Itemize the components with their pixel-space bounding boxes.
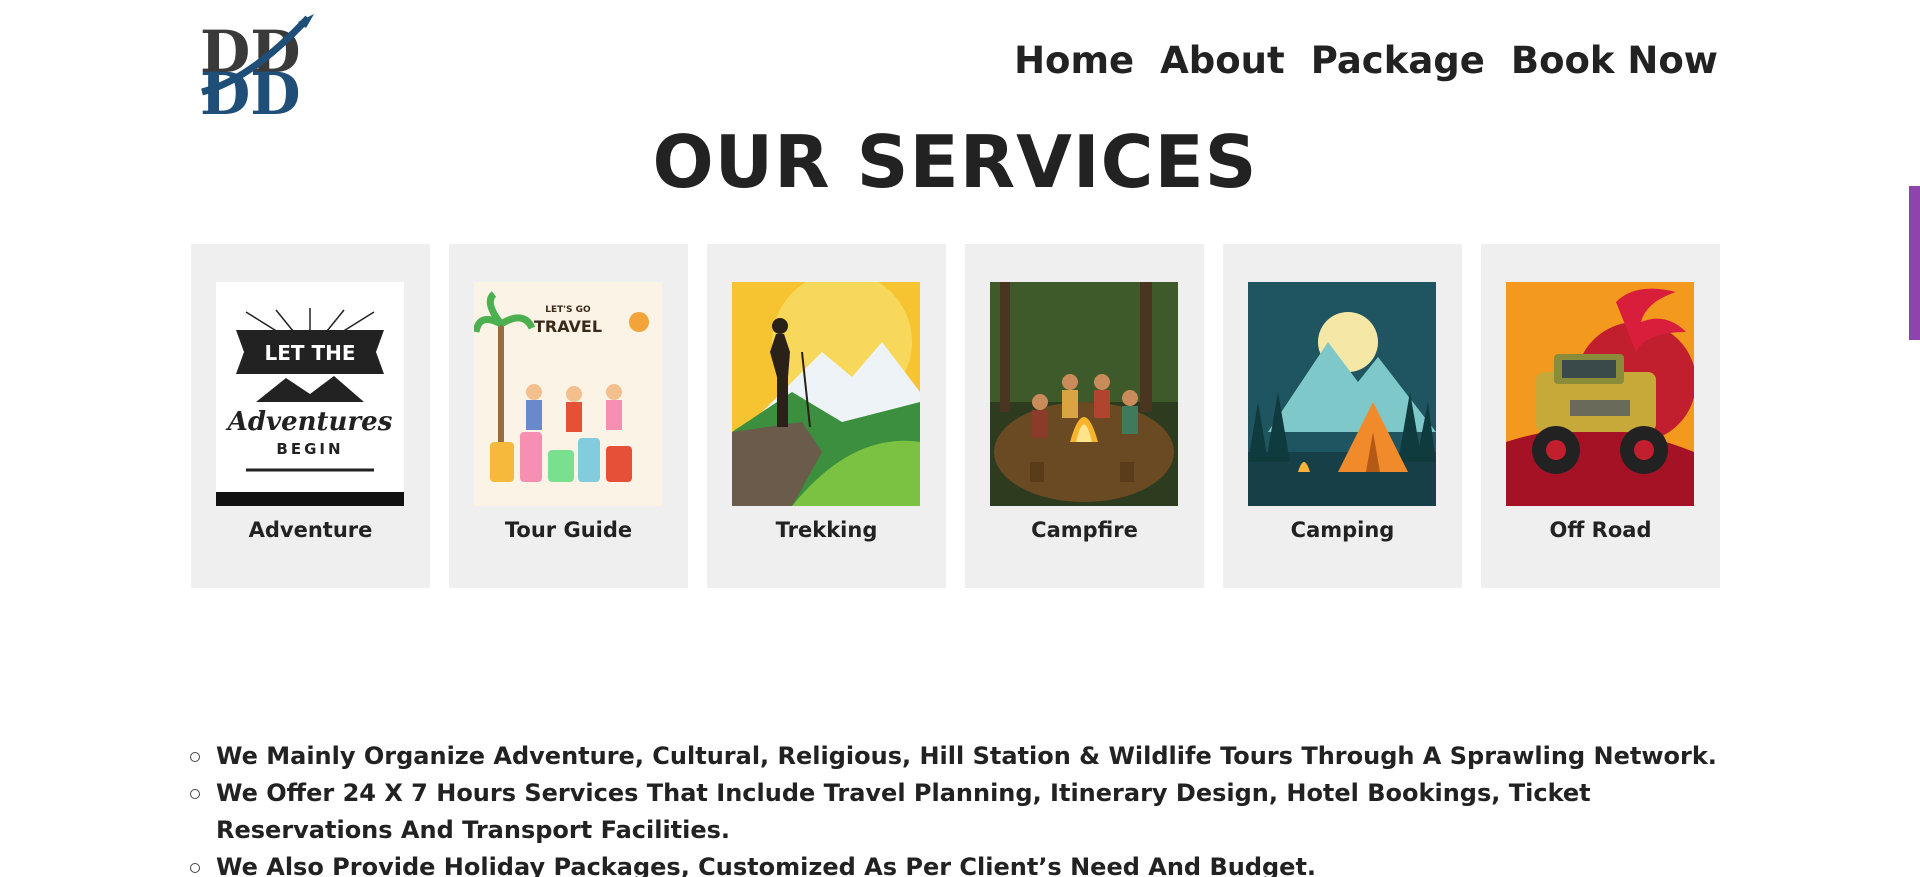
service-label-campfire: Campfire bbox=[1031, 518, 1138, 542]
service-label-tour-guide: Tour Guide bbox=[504, 518, 633, 542]
svg-text:LET'S GO: LET'S GO bbox=[545, 305, 591, 315]
adventure-image: LET THE Adventures BEGIN bbox=[216, 282, 404, 506]
service-card-off-road[interactable]: Off Road bbox=[1481, 244, 1720, 588]
service-card-trekking[interactable]: Trekking bbox=[707, 244, 946, 588]
page-title: OUR SERVICES bbox=[652, 120, 1258, 204]
nav-book-now-link[interactable]: Book Now bbox=[1511, 38, 1718, 84]
nav-package-link[interactable]: Package bbox=[1311, 38, 1485, 84]
side-accent-bar bbox=[1909, 186, 1920, 340]
tour-guide-image: LET'S GO TRAVEL bbox=[474, 282, 662, 506]
page: DD DD Home About Package Book Now OUR SE… bbox=[0, 0, 1920, 877]
service-card-campfire[interactable]: Campfire bbox=[965, 244, 1204, 588]
svg-text:Adventures: Adventures bbox=[225, 407, 393, 437]
list-item: We Also Provide Holiday Packages, Custom… bbox=[190, 849, 1750, 877]
service-label-camping: Camping bbox=[1290, 518, 1395, 542]
service-card-tour-guide[interactable]: LET'S GO TRAVEL Tour Guide bbox=[449, 244, 688, 588]
trekking-image bbox=[732, 282, 920, 506]
list-item: We Offer 24 X 7 Hours Services That Incl… bbox=[190, 775, 1750, 849]
service-card-camping[interactable]: Camping bbox=[1223, 244, 1462, 588]
logo-mark: DD DD bbox=[200, 14, 314, 128]
site-logo[interactable]: DD DD bbox=[190, 10, 320, 128]
campfire-image bbox=[990, 282, 1178, 506]
list-item: We Mainly Organize Adventure, Cultural, … bbox=[190, 738, 1750, 775]
svg-text:BEGIN: BEGIN bbox=[276, 440, 343, 458]
service-label-trekking: Trekking bbox=[775, 518, 878, 542]
main-nav: Home About Package Book Now bbox=[1014, 38, 1718, 84]
service-label-adventure: Adventure bbox=[248, 518, 373, 542]
nav-about-link[interactable]: About bbox=[1160, 38, 1285, 84]
svg-text:LET THE: LET THE bbox=[264, 341, 355, 365]
nav-home-link[interactable]: Home bbox=[1014, 38, 1134, 84]
svg-text:TRAVEL: TRAVEL bbox=[534, 317, 602, 336]
service-card-adventure[interactable]: LET THE Adventures BEGIN Adventure bbox=[191, 244, 430, 588]
camping-image bbox=[1248, 282, 1436, 506]
services-grid: LET THE Adventures BEGIN Adventure LET'S… bbox=[191, 244, 1720, 588]
service-label-off-road: Off Road bbox=[1549, 518, 1652, 542]
off-road-image bbox=[1506, 282, 1694, 506]
services-description-list: We Mainly Organize Adventure, Cultural, … bbox=[190, 738, 1750, 877]
